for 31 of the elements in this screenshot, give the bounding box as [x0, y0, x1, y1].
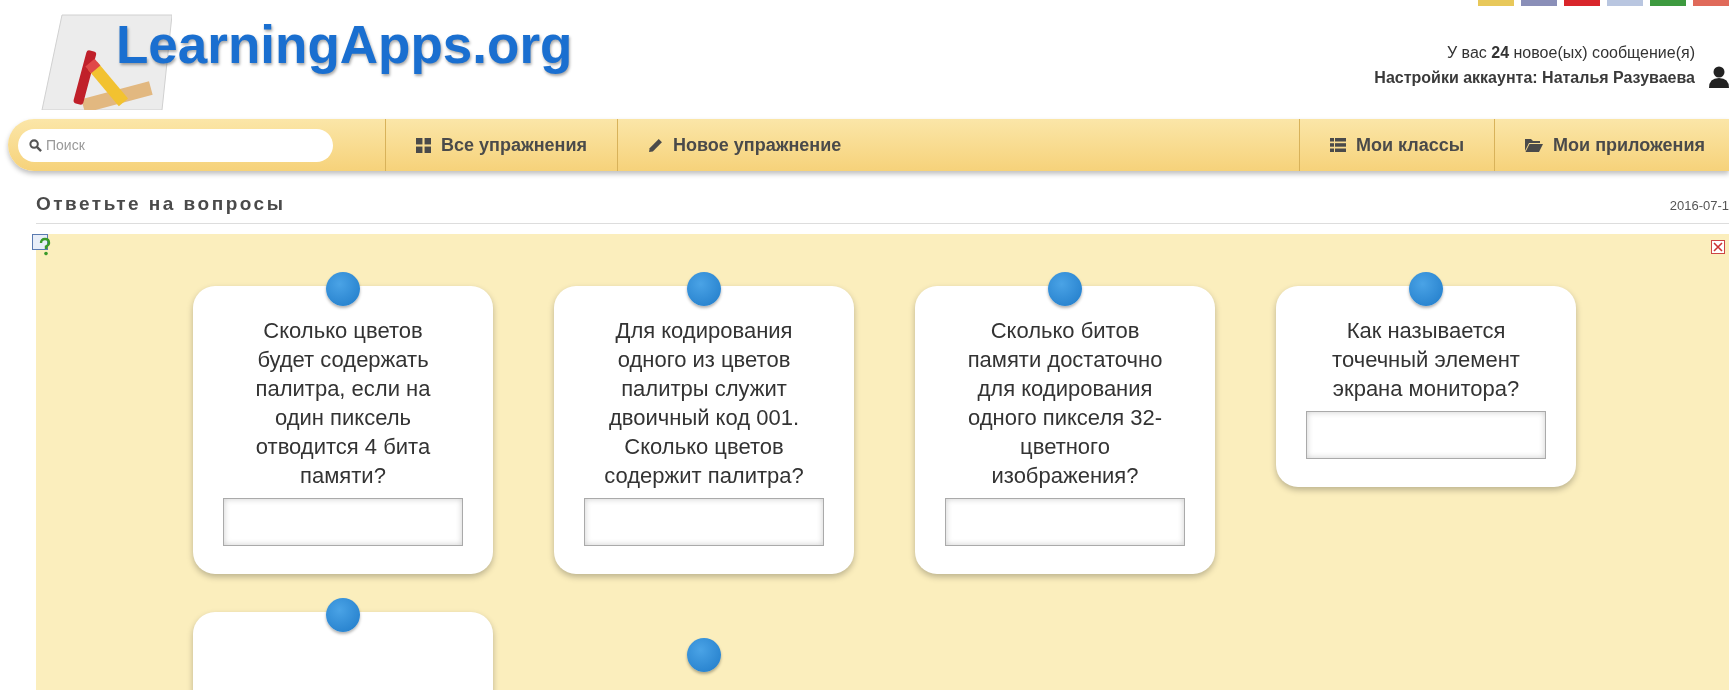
pin-icon [326, 598, 360, 632]
messages-link[interactable]: У вас 24 новое(ых) сообщение(я) [1447, 40, 1695, 65]
pencil-icon [648, 137, 663, 153]
question-text: Как называется точечный элемент экрана монитора? [1331, 317, 1521, 403]
help-icon[interactable] [32, 234, 52, 256]
question-text: Сколько битов памяти достаточно для кодирования одного пикселя 32-цветного изображения? [966, 317, 1164, 490]
question-text: Сколько цветов будет содержать палитра, если на один пиксель отводится 4 бита памяти? [254, 317, 432, 490]
fullscreen-icon[interactable] [1711, 240, 1725, 254]
answer-field[interactable] [584, 498, 824, 546]
pin-icon [1409, 272, 1443, 306]
list-icon [1329, 138, 1346, 152]
question-text: Для кодирования одного из цветов палитры служит двоичный код 001. Сколько цветов содержит палитра? [603, 317, 805, 490]
pin-icon [326, 272, 360, 306]
nav-link[interactable]: Новое упражнение [624, 134, 866, 156]
answer-field[interactable] [223, 498, 463, 546]
pin-icon [1048, 272, 1082, 306]
nav-link[interactable]: Все упражнения [392, 134, 611, 156]
nav-link[interactable]: Мои классы [1305, 134, 1489, 156]
answer-field[interactable] [945, 498, 1185, 546]
exercise-title: Ответьте на вопросы [36, 193, 286, 215]
nav-link[interactable]: Мои приложения [1501, 134, 1729, 156]
pin-icon [687, 638, 721, 672]
folder-icon [1525, 138, 1544, 152]
account-settings-link[interactable]: Настройки аккаунта: Наталья Разуваева [1374, 65, 1695, 90]
date-label: 2016-07-1 [1669, 198, 1729, 213]
search-field[interactable]: Поиск [18, 128, 333, 162]
user-icon[interactable] [1709, 66, 1729, 88]
answer-field[interactable] [1306, 411, 1546, 459]
site-logo[interactable]: LearningApps.org [116, 14, 573, 74]
pin-icon [687, 272, 721, 306]
grid-icon [416, 137, 431, 153]
